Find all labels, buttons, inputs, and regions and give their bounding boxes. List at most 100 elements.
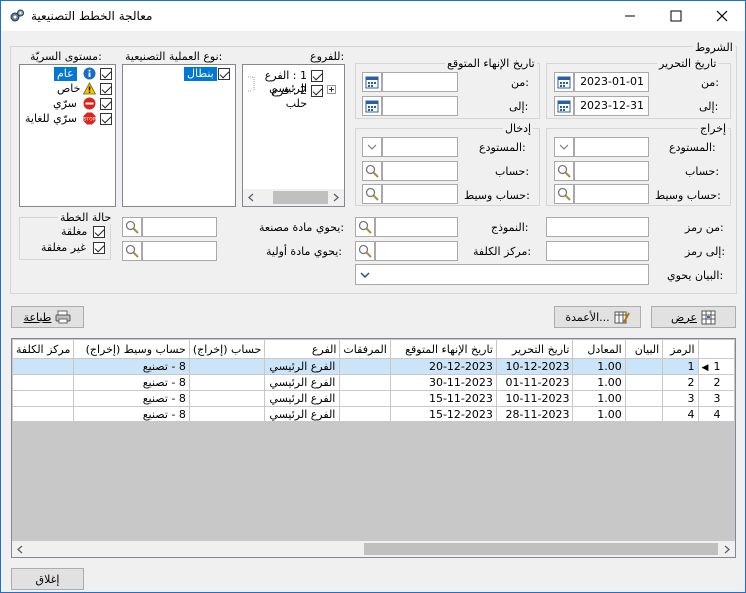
- to-code-field[interactable]: [546, 241, 649, 261]
- row-header[interactable]: 1◀: [697, 358, 735, 375]
- scroll-right-icon[interactable]: [332, 193, 340, 202]
- column-header[interactable]: المرفقات: [339, 339, 391, 359]
- column-header[interactable]: حساب (إخراج): [188, 339, 266, 359]
- edit-date-to-field[interactable]: 2023-12-31: [574, 96, 649, 116]
- search-button[interactable]: [122, 241, 142, 261]
- expand-icon[interactable]: [327, 85, 336, 94]
- table-cell[interactable]: [188, 374, 266, 391]
- calendar-button[interactable]: [554, 96, 574, 116]
- scroll-left-icon[interactable]: [247, 193, 255, 202]
- table-cell[interactable]: 1: [662, 358, 699, 375]
- table-cell[interactable]: 30-11-2023: [389, 374, 497, 391]
- column-header[interactable]: تاريخ التحرير: [495, 339, 574, 359]
- statement-dropdown[interactable]: [355, 264, 649, 285]
- secrecy-checkbox[interactable]: [100, 83, 112, 95]
- closed-checkbox[interactable]: [93, 226, 105, 238]
- scroll-thumb[interactable]: [364, 543, 718, 555]
- dropdown-button[interactable]: [362, 137, 382, 157]
- input-mid-account-field[interactable]: [382, 184, 458, 204]
- table-cell[interactable]: 2: [662, 374, 699, 391]
- table-cell[interactable]: 1.00: [572, 358, 626, 375]
- row-header[interactable]: 3: [697, 390, 735, 407]
- search-button[interactable]: [554, 161, 574, 181]
- cost-center-field[interactable]: [375, 241, 458, 261]
- table-cell[interactable]: 1.00: [572, 390, 626, 407]
- table-cell[interactable]: [12, 374, 75, 391]
- table-cell[interactable]: الفرع الرئيسي: [264, 358, 341, 375]
- table-row[interactable]: 1◀ 1 1.00 10-12-2023 20-12-2023 الفرع الرئيسي…: [12, 358, 735, 375]
- secrecy-item[interactable]: سرّي للغاية: [22, 112, 80, 126]
- close-button[interactable]: إغلاق: [11, 568, 84, 590]
- secrecy-item[interactable]: سرّي: [50, 97, 80, 111]
- table-cell[interactable]: 01-11-2023: [495, 374, 574, 391]
- table-cell[interactable]: [188, 390, 266, 407]
- output-warehouse-field[interactable]: [574, 137, 649, 157]
- scroll-thumb[interactable]: [273, 191, 328, 204]
- table-cell[interactable]: 15-11-2023: [389, 390, 497, 407]
- column-header[interactable]: المعادل: [572, 339, 626, 359]
- search-button[interactable]: [362, 161, 382, 181]
- from-code-field[interactable]: [546, 217, 649, 237]
- dropdown-button[interactable]: [554, 137, 574, 157]
- calendar-button[interactable]: [362, 96, 382, 116]
- search-button[interactable]: [355, 217, 375, 237]
- table-cell[interactable]: 8 - تصنيع: [73, 390, 190, 407]
- table-cell[interactable]: [624, 374, 664, 391]
- column-header[interactable]: تاريخ الإنهاء المتوقع: [389, 339, 497, 359]
- row-header[interactable]: 2: [697, 374, 735, 391]
- table-cell[interactable]: 8 - تصنيع: [73, 358, 190, 375]
- branch-item[interactable]: 2 : فرع حلب: [251, 84, 307, 110]
- table-cell[interactable]: [188, 358, 266, 375]
- column-header[interactable]: حساب وسيط (إخراج): [73, 339, 190, 359]
- search-button[interactable]: [355, 241, 375, 261]
- column-header[interactable]: البيان: [624, 339, 664, 359]
- table-row[interactable]: 3 3 1.00 10-11-2023 15-11-2023 الفرع الرئيسي 8…: [12, 390, 735, 407]
- secrecy-item[interactable]: عام: [54, 67, 77, 81]
- horizontal-scrollbar[interactable]: [243, 189, 344, 206]
- not-closed-checkbox[interactable]: [93, 242, 105, 254]
- table-cell[interactable]: 20-12-2023: [389, 358, 497, 375]
- table-cell[interactable]: 10-11-2023: [495, 390, 574, 407]
- table-cell[interactable]: الفرع الرئيسي: [264, 390, 341, 407]
- end-date-to-field[interactable]: [382, 96, 458, 116]
- edit-date-from-field[interactable]: 2023-01-01: [574, 72, 649, 92]
- table-cell[interactable]: 8 - تصنيع: [73, 374, 190, 391]
- scroll-right-icon[interactable]: [723, 545, 731, 554]
- columns-button[interactable]: الأعمدة...: [554, 306, 641, 328]
- secrecy-checkbox[interactable]: [100, 68, 112, 80]
- column-header[interactable]: مركز الكلفة: [12, 339, 75, 359]
- search-button[interactable]: [362, 184, 382, 204]
- search-button[interactable]: [122, 217, 142, 237]
- scroll-left-icon[interactable]: [16, 545, 24, 554]
- table-row[interactable]: 2 2 1.00 01-11-2023 30-11-2023 الفرع الرئيسي 8…: [12, 374, 735, 391]
- table-cell[interactable]: 3: [662, 390, 699, 407]
- secrecy-checkbox[interactable]: [100, 113, 112, 125]
- plans-grid[interactable]: الرمز البيان المعادل تاريخ التحرير تاريخ…: [11, 338, 736, 558]
- process-item[interactable]: بنطال: [184, 67, 217, 81]
- output-account-field[interactable]: [574, 161, 649, 181]
- table-cell[interactable]: [624, 358, 664, 375]
- table-cell[interactable]: 1.00: [572, 374, 626, 391]
- column-header[interactable]: الرمز: [662, 339, 699, 359]
- table-cell[interactable]: [339, 358, 391, 375]
- end-date-from-field[interactable]: [382, 72, 458, 92]
- minimize-button[interactable]: [607, 1, 653, 31]
- print-button[interactable]: طباعة: [11, 306, 84, 328]
- output-mid-account-field[interactable]: [574, 184, 649, 204]
- secrecy-item[interactable]: خاص: [54, 82, 83, 96]
- branch-checkbox[interactable]: [311, 70, 323, 82]
- close-window-button[interactable]: [699, 1, 745, 31]
- contains-product-field[interactable]: [142, 217, 217, 237]
- calendar-button[interactable]: [362, 72, 382, 92]
- branch-checkbox[interactable]: [311, 85, 323, 97]
- show-button[interactable]: عرض: [651, 306, 736, 328]
- table-cell[interactable]: 10-12-2023: [495, 358, 574, 375]
- calendar-button[interactable]: [554, 72, 574, 92]
- column-header[interactable]: الفرع: [264, 339, 341, 359]
- input-account-field[interactable]: [382, 161, 458, 181]
- input-warehouse-field[interactable]: [382, 137, 458, 157]
- table-cell[interactable]: [339, 374, 391, 391]
- table-cell[interactable]: [339, 390, 391, 407]
- secrecy-checkbox[interactable]: [100, 98, 112, 110]
- table-cell[interactable]: [624, 390, 664, 407]
